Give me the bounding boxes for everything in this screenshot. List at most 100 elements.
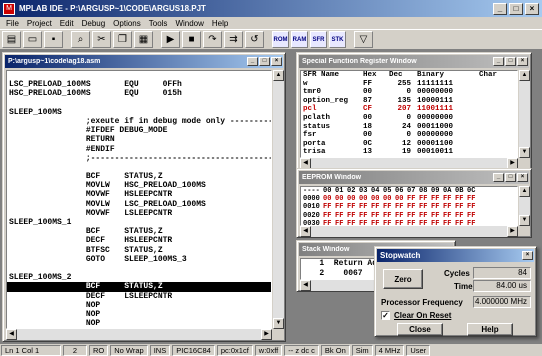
- sfr-row[interactable]: porta 0C 12 00001100: [301, 140, 517, 149]
- code-line[interactable]: HSC_PRELOAD_100MS EQU 015h: [7, 89, 271, 98]
- editor-horizontal-scrollbar[interactable]: ◀ ▶: [6, 329, 272, 340]
- editor-minimize-button[interactable]: _: [247, 57, 258, 66]
- code-line[interactable]: [7, 71, 271, 80]
- sfr-row[interactable]: trisa 13 19 00010011: [301, 148, 517, 157]
- sfr-vertical-scrollbar[interactable]: ▲ ▼: [519, 70, 530, 158]
- code-line[interactable]: #IFDEF DEBUG_MODE: [7, 126, 271, 135]
- code-line[interactable]: MOVWF HSLEEPCNTR: [7, 190, 271, 199]
- menu-help[interactable]: Help: [208, 19, 232, 28]
- menu-file[interactable]: File: [2, 19, 23, 28]
- scroll-down-arrow-icon[interactable]: ▼: [519, 215, 530, 226]
- cut-icon[interactable]: ✂: [92, 31, 111, 48]
- code-line[interactable]: #ENDIF: [7, 145, 271, 154]
- sfr-row[interactable]: option_reg 87 135 10000111: [301, 97, 517, 106]
- sfr-row[interactable]: w FF 255 11111111: [301, 80, 517, 89]
- scroll-up-arrow-icon[interactable]: ▲: [273, 70, 284, 81]
- menu-tools[interactable]: Tools: [145, 19, 172, 28]
- sfr-row[interactable]: status 18 24 00011000: [301, 123, 517, 132]
- scroll-left-arrow-icon[interactable]: ◀: [300, 226, 311, 237]
- sfr-maximize-button[interactable]: □: [505, 57, 516, 66]
- code-line[interactable]: DECF HSLEEPCNTR: [7, 236, 271, 245]
- code-line[interactable]: SLEEP_100MS_1: [7, 218, 271, 227]
- code-line[interactable]: GOTO SLEEP_100MS_3: [7, 255, 271, 264]
- reset-icon[interactable]: ↺: [245, 31, 264, 48]
- menu-project[interactable]: Project: [23, 19, 56, 28]
- minimize-button[interactable]: _: [493, 2, 507, 15]
- eeprom-title-bar[interactable]: EEPROM Window _ □ ×: [299, 171, 529, 184]
- step-icon[interactable]: ↷: [203, 31, 222, 48]
- menu-window[interactable]: Window: [171, 19, 207, 28]
- maximize-button[interactable]: □: [509, 2, 523, 15]
- scroll-down-arrow-icon[interactable]: ▼: [273, 318, 284, 329]
- eeprom-table[interactable]: ---- 00 01 02 03 04 05 06 07 08 09 0A 0B 0C 0000 00 00 00…: [300, 186, 518, 226]
- sfr-minimize-button[interactable]: _: [493, 57, 504, 66]
- sfr-row[interactable]: pclath 00 0 00000000: [301, 114, 517, 123]
- code-line[interactable]: NOP: [7, 319, 271, 328]
- scroll-right-arrow-icon[interactable]: ▶: [261, 329, 272, 340]
- sfr-title-bar[interactable]: Special Function Register Window _ □ ×: [299, 55, 529, 68]
- code-line[interactable]: BTFSC STATUS,Z: [7, 246, 271, 255]
- code-line[interactable]: [7, 163, 271, 172]
- scroll-up-arrow-icon[interactable]: ▲: [519, 70, 530, 81]
- sfr-window-icon[interactable]: SFR: [310, 31, 327, 48]
- sfr-table[interactable]: SFR Name Hex Dec Binary Char w FF 255 11111111 tm…: [300, 70, 518, 158]
- eeprom-window[interactable]: EEPROM Window _ □ × ---- 00 01 02 03 04 05 06 07…: [296, 168, 532, 238]
- code-line[interactable]: NOP: [7, 310, 271, 319]
- eeprom-vertical-scrollbar[interactable]: ▲ ▼: [519, 186, 530, 226]
- stopwatch-dialog[interactable]: Stopwatch × Zero Cycles 84 Time 84.00 us…: [374, 246, 537, 337]
- code-line[interactable]: SLEEP_100MS_2: [7, 273, 271, 282]
- code-line[interactable]: [7, 99, 271, 108]
- editor-close-button[interactable]: ×: [271, 57, 282, 66]
- copy-icon[interactable]: ❐: [113, 31, 132, 48]
- code-line[interactable]: BCF STATUS,Z: [7, 172, 271, 181]
- code-line[interactable]: RETURN: [7, 135, 271, 144]
- scroll-left-arrow-icon[interactable]: ◀: [300, 280, 311, 291]
- code-line[interactable]: BCF STATUS,Z: [7, 227, 271, 236]
- code-line[interactable]: BCF STATUS,Z: [7, 282, 271, 292]
- scroll-up-arrow-icon[interactable]: ▲: [519, 186, 530, 197]
- editor-text-area[interactable]: LSC_PRELOAD_100MS EQU 0FFh HSC_PRELOAD_10…: [6, 70, 272, 329]
- ram-window-icon[interactable]: RAM: [291, 31, 308, 48]
- scroll-right-arrow-icon[interactable]: ▶: [507, 226, 518, 237]
- sfr-row[interactable]: tmr0 00 0 00000000: [301, 88, 517, 97]
- eeprom-maximize-button[interactable]: □: [505, 173, 516, 182]
- sfr-row[interactable]: pcl CF 207 11001111: [301, 105, 517, 114]
- eeprom-horizontal-scrollbar[interactable]: ◀ ▶: [300, 226, 518, 237]
- stopwatch-close-button[interactable]: ×: [522, 251, 533, 260]
- clear-on-reset-checkbox[interactable]: ✓: [381, 311, 390, 320]
- editor-title-bar[interactable]: P:\argusp~1\code\ag18.asm _ □ ×: [5, 55, 283, 68]
- stopwatch-help-button[interactable]: Help: [467, 323, 513, 336]
- search-icon[interactable]: ⌕: [71, 31, 90, 48]
- halt-icon[interactable]: ■: [182, 31, 201, 48]
- code-line[interactable]: [7, 264, 271, 273]
- eeprom-close-button[interactable]: ×: [517, 173, 528, 182]
- editor-window[interactable]: P:\argusp~1\code\ag18.asm _ □ × LSC_PREL…: [2, 52, 286, 342]
- code-line[interactable]: MOVWF LSLEEPCNTR: [7, 209, 271, 218]
- code-line[interactable]: NOP: [7, 301, 271, 310]
- menu-debug[interactable]: Debug: [78, 19, 110, 28]
- open-project-icon[interactable]: ▤: [2, 31, 21, 48]
- zero-button[interactable]: Zero: [383, 269, 423, 289]
- code-line[interactable]: ;exeute if in debug mode only ---------: [7, 117, 271, 126]
- save-icon[interactable]: ▪: [44, 31, 63, 48]
- menu-options[interactable]: Options: [109, 19, 145, 28]
- eeprom-row[interactable]: 0000 00 00 00 00 00 00 00 FF FF FF FF FF FF: [301, 195, 517, 203]
- paste-icon[interactable]: ▦: [134, 31, 153, 48]
- editor-vertical-scrollbar[interactable]: ▲ ▼: [273, 70, 284, 329]
- code-line[interactable]: MOVLW LSC_PRELOAD_100MS: [7, 200, 271, 209]
- run-icon[interactable]: ▶: [161, 31, 180, 48]
- open-file-icon[interactable]: ▭: [23, 31, 42, 48]
- scroll-down-arrow-icon[interactable]: ▼: [519, 147, 530, 158]
- eeprom-row[interactable]: 0010 FF FF FF FF FF FF FF FF FF FF FF FF FF: [301, 203, 517, 211]
- filter-icon[interactable]: ▽: [354, 31, 373, 48]
- menu-edit[interactable]: Edit: [56, 19, 78, 28]
- sfr-row[interactable]: fsr 00 0 00000000: [301, 131, 517, 140]
- code-line[interactable]: MOVLW HSC_PRELOAD_100MS: [7, 181, 271, 190]
- eeprom-row[interactable]: 0020 FF FF FF FF FF FF FF FF FF FF FF FF FF: [301, 212, 517, 220]
- scroll-left-arrow-icon[interactable]: ◀: [6, 329, 17, 340]
- sfr-window[interactable]: Special Function Register Window _ □ × S…: [296, 52, 532, 170]
- stopwatch-close-dialog-button[interactable]: Close: [397, 323, 443, 336]
- editor-maximize-button[interactable]: □: [259, 57, 270, 66]
- rom-window-icon[interactable]: ROM: [272, 31, 289, 48]
- code-line[interactable]: LSC_PRELOAD_100MS EQU 0FFh: [7, 80, 271, 89]
